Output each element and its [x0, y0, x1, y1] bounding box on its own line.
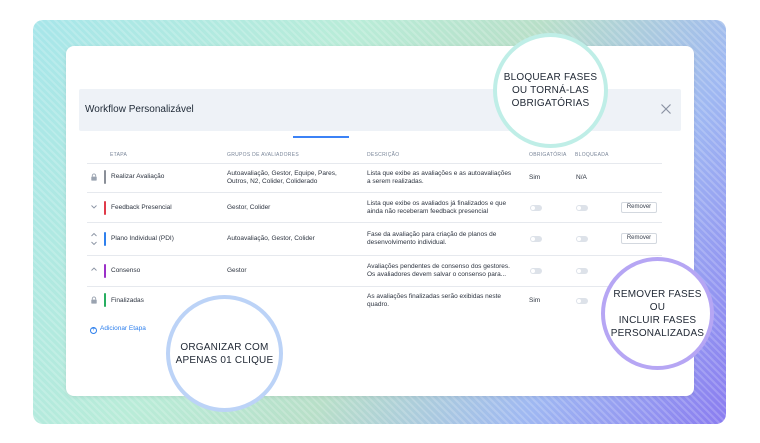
description-line: Avaliações pendentes de consenso dos ges… [367, 263, 510, 270]
groups-line: Outros, N2, Colider, Coliderado [227, 178, 318, 185]
groups-line: Autoavaliação, Gestor, Colider [227, 235, 315, 242]
groups-line: Autoavaliação, Gestor, Equipe, Pares, [227, 170, 337, 177]
callout-line: PERSONALIZADAS [610, 327, 705, 339]
callout-line: OBRIGATÓRIAS [511, 98, 590, 109]
stage-color-bar [104, 293, 106, 307]
description-line: quadro. [367, 301, 390, 308]
callout-line: INCLUIR FASES [618, 314, 697, 326]
mandatory-toggle[interactable] [530, 268, 542, 274]
column-header-stage: ETAPA [110, 152, 128, 158]
callout-remove-include: REMOVER FASES OU INCLUIR FASES PERSONALI… [601, 257, 714, 370]
callout-line: ORGANIZAR COM [180, 341, 269, 353]
chevron-up-icon[interactable] [90, 266, 98, 272]
callout-line: OU TORNÁ-LAS [511, 85, 590, 96]
column-header-description: DESCRIÇÃO [367, 152, 400, 158]
blocked-toggle[interactable] [576, 268, 588, 274]
callout-line: REMOVER FASES OU [613, 288, 702, 313]
stage-name: Plano Individual (PDI) [111, 235, 174, 242]
callout-organize: ORGANIZAR COM APENAS 01 CLIQUE [166, 295, 283, 412]
chevron-down-icon[interactable] [90, 204, 98, 210]
mandatory-toggle[interactable] [530, 236, 542, 242]
mandatory-value: Sim [529, 174, 541, 181]
lock-icon [91, 296, 97, 304]
lock-icon [91, 173, 97, 181]
stage-name: Finalizadas [111, 297, 144, 304]
description-line: Os avaliadores devem salvar o consenso p… [367, 271, 507, 278]
description-line: desenvolvimento individual. [367, 239, 447, 246]
groups-line: Gestor, Colider [227, 204, 271, 211]
chevron-up-down-icon[interactable] [90, 232, 98, 246]
stage-color-bar [104, 170, 106, 184]
stage-color-bar [104, 201, 106, 215]
stage-name: Feedback Presencial [111, 204, 172, 211]
remove-stage-button[interactable]: Remover [621, 202, 657, 213]
column-header-mandatory: OBRIGATÓRIA [529, 152, 567, 158]
description-line: As avaliações finalizadas serão exibidas… [367, 293, 502, 300]
description-line: Fase da avaliação para criação de planos… [367, 231, 497, 238]
remove-stage-button[interactable]: Remover [621, 233, 657, 244]
mandatory-value: Sim [529, 297, 541, 304]
description-line: Lista que exibe as avaliações e as autoa… [367, 170, 512, 177]
stage-color-bar [104, 232, 106, 246]
description-line: a serem realizadas. [367, 178, 424, 185]
blocked-toggle[interactable] [576, 205, 588, 211]
row-divider [87, 222, 662, 223]
blocked-value: N/A [576, 174, 587, 181]
page-title: Workflow Personalizável [85, 104, 194, 115]
blocked-toggle[interactable] [576, 298, 588, 304]
mandatory-toggle[interactable] [530, 205, 542, 211]
callout-block-stages: BLOQUEAR FASES OU TORNÁ-LAS OBRIGATÓRIAS [493, 33, 608, 148]
callout-line: BLOQUEAR FASES [503, 72, 598, 83]
callout-line: APENAS 01 CLIQUE [175, 354, 274, 366]
add-stage-label: Adicionar Etapa [100, 325, 146, 332]
description-line: ainda não receberam feedback presencial [367, 208, 489, 215]
description-line: Lista que exibe os avaliados já finaliza… [367, 200, 507, 207]
active-tab-indicator [293, 136, 349, 138]
stage-name: Realizar Avaliação [111, 173, 165, 180]
blocked-toggle[interactable] [576, 236, 588, 242]
groups-line: Gestor [227, 267, 247, 274]
row-divider [87, 192, 662, 193]
row-divider [87, 286, 662, 287]
stage-color-bar [104, 264, 106, 278]
column-header-blocked: BLOQUEADA [575, 152, 609, 158]
plus-circle-icon: + [90, 327, 97, 334]
column-header-groups: GRUPOS DE AVALIADORES [227, 152, 299, 158]
close-icon[interactable] [660, 103, 672, 115]
add-stage-link[interactable]: + Adicionar Etapa [90, 325, 146, 334]
stage-name: Consenso [111, 267, 141, 274]
row-divider [87, 163, 662, 164]
row-divider [87, 255, 662, 256]
